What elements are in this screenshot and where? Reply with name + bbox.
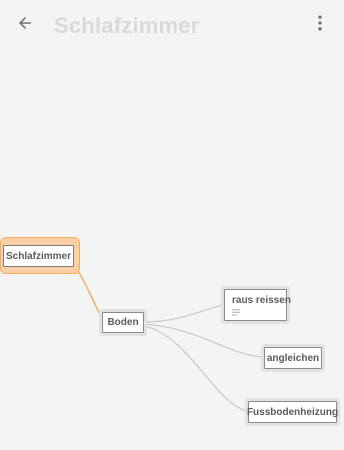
app-bar: Schlafzimmer <box>0 0 344 50</box>
more-vert-icon <box>318 15 322 31</box>
node-label: Boden <box>107 317 139 328</box>
edge-boden-fuss <box>143 325 249 412</box>
node-angleichen[interactable]: angleichen <box>264 347 322 369</box>
node-label: Schlafzimmer <box>5 250 72 262</box>
node-root-schlafzimmer[interactable]: Schlafzimmer <box>3 245 74 267</box>
note-icon <box>232 309 240 316</box>
more-options-button[interactable] <box>308 11 332 35</box>
edge-boden-angleichen <box>143 323 265 358</box>
node-label: raus reissen <box>232 295 291 306</box>
mindmap-connections <box>75 267 265 412</box>
node-label: angleichen <box>266 352 320 364</box>
page-title: Schlafzimmer <box>54 13 200 38</box>
back-button[interactable] <box>12 10 38 36</box>
edge-boden-raus <box>143 304 225 323</box>
node-raus-reissen[interactable]: raus reissen <box>224 289 291 321</box>
node-label: Fussbodenheizung <box>246 406 339 418</box>
mindmap-screen: Schlafzimmer Schlafzimmer Boden raus rei… <box>0 0 344 450</box>
edge-root-boden <box>75 267 104 321</box>
arrow-back-icon <box>19 17 31 29</box>
node-boden[interactable]: Boden <box>102 312 144 333</box>
node-fussbodenheizung[interactable]: Fussbodenheizung <box>246 401 339 423</box>
